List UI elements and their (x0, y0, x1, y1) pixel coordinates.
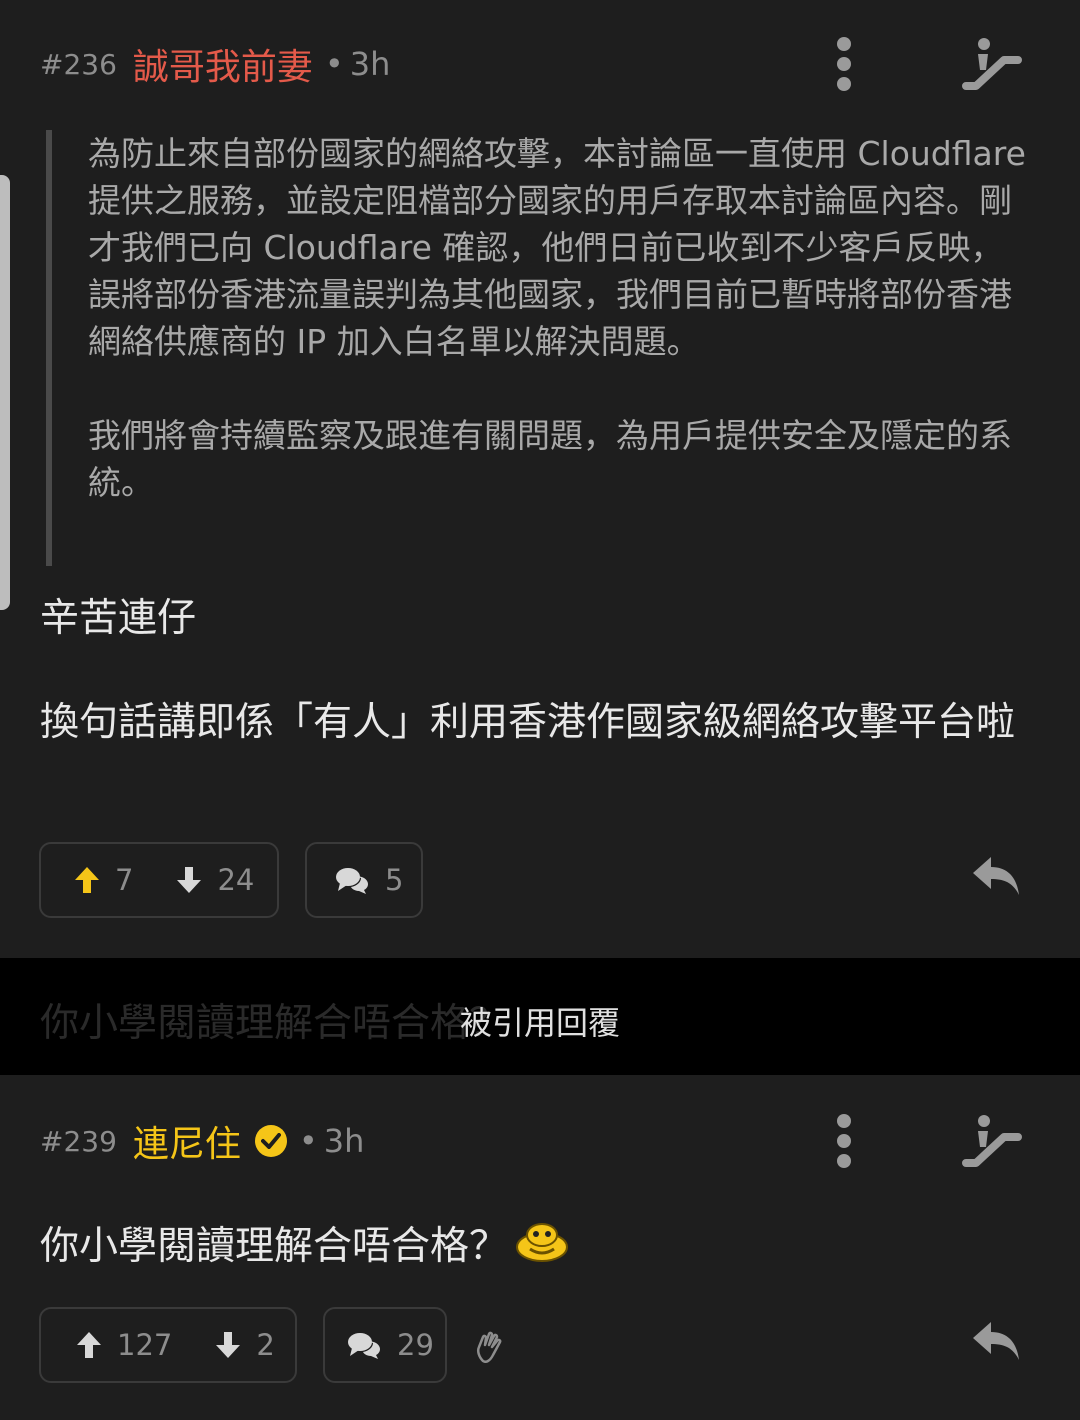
vote-box: 127 2 (39, 1307, 297, 1383)
emoji-sticker-icon (516, 1223, 569, 1262)
post-body-line-1: 辛苦連仔 (40, 596, 197, 641)
clap-hand-icon[interactable] (472, 1329, 508, 1365)
upvote-button[interactable]: 127 (75, 1328, 172, 1362)
quoted-text-block: 為防止來自部份國家的網絡攻擊，本討論區一直使用 Cloudflare 提供之服務… (46, 130, 1036, 566)
reply-icon[interactable] (964, 846, 1028, 906)
downvote-button[interactable]: 24 (175, 863, 254, 897)
upvote-count: 127 (117, 1328, 173, 1362)
comments-button[interactable]: 5 (305, 842, 423, 918)
comment-count: 29 (397, 1328, 434, 1362)
escalator-icon[interactable] (960, 34, 1026, 94)
post-236: #236 誠哥我前妻 • 3h 為防止來自部份國家的網絡攻擊，本討論區一直使用 … (0, 0, 1080, 958)
quote-paragraph-1: 為防止來自部份國家的網絡攻擊，本討論區一直使用 Cloudflare 提供之服務… (88, 134, 1026, 361)
post-239: #239 連尼住 • 3h 你小學閱讀理解合唔合格？ 127 2 29 (0, 1075, 1080, 1420)
username[interactable]: 連尼住 (133, 1115, 241, 1167)
comments-button[interactable]: 29 (323, 1307, 447, 1383)
username[interactable]: 誠哥我前妻 (133, 38, 313, 90)
downvote-count: 24 (217, 863, 255, 897)
time-separator: • (298, 1122, 318, 1160)
upvote-arrow-icon (75, 867, 99, 893)
comment-bubbles-icon (336, 868, 368, 894)
reply-icon[interactable] (964, 1311, 1028, 1371)
verified-check-icon (254, 1125, 287, 1157)
post-header: #239 連尼住 • 3h (40, 1111, 364, 1171)
downvote-arrow-icon (216, 1332, 241, 1358)
quote-paragraph-2: 我們將會持續監察及跟進有關問題，為用戶提供安全及隱定的系統。 (88, 416, 1012, 502)
escalator-icon[interactable] (960, 1111, 1026, 1171)
downvote-count: 2 (256, 1328, 275, 1362)
comment-count: 5 (385, 863, 404, 897)
upvote-arrow-icon (77, 1332, 101, 1358)
upvote-button[interactable]: 7 (73, 863, 133, 897)
post-body-line-2: 換句話講即係「有人」利用香港作國家級網絡攻擊平台啦 (40, 700, 1016, 745)
upvote-count: 7 (115, 863, 134, 897)
more-vertical-icon[interactable] (824, 1111, 864, 1171)
post-number: #236 (40, 47, 117, 81)
downvote-arrow-icon (177, 867, 202, 893)
time-separator: • (324, 45, 344, 83)
post-number: #239 (40, 1124, 117, 1158)
post-time: 3h (349, 45, 391, 83)
comment-bubbles-icon (348, 1333, 380, 1359)
post-header: #236 誠哥我前妻 • 3h (40, 34, 390, 94)
post-body: 你小學閱讀理解合唔合格？ (40, 1215, 570, 1271)
quoted-reply-banner[interactable]: 你小學閱讀理解合唔合格？ 被引用回覆 (0, 958, 1080, 1075)
more-vertical-icon[interactable] (824, 34, 864, 94)
vote-box: 7 24 (39, 842, 279, 918)
quoted-reply-label: 被引用回覆 (459, 1004, 620, 1042)
post-time: 3h (323, 1122, 365, 1160)
post-body-text: 你小學閱讀理解合唔合格？ (40, 1224, 509, 1269)
downvote-button[interactable]: 2 (214, 1328, 275, 1362)
